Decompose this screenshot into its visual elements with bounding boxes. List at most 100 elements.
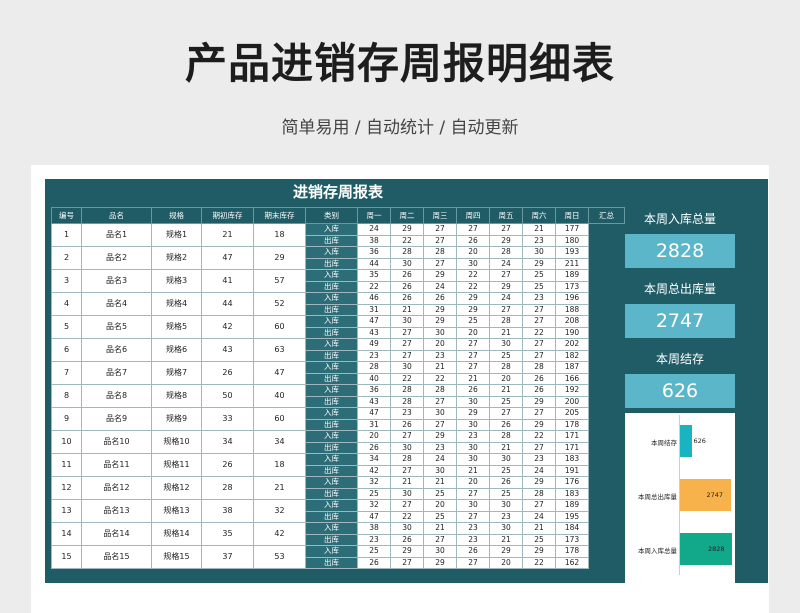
cell-day-qty[interactable]: 27 bbox=[423, 234, 457, 247]
cell-day-qty[interactable]: 30 bbox=[390, 522, 424, 535]
cell-start-stock[interactable]: 44 bbox=[201, 292, 254, 316]
cell-start-stock[interactable]: 33 bbox=[201, 407, 254, 431]
cell-day-qty[interactable]: 28 bbox=[390, 384, 424, 397]
cell-end-stock[interactable]: 60 bbox=[253, 315, 306, 339]
cell-kind[interactable]: 入库 bbox=[305, 246, 358, 259]
cell-day-qty[interactable]: 20 bbox=[489, 556, 523, 569]
cell-day-qty[interactable]: 27 bbox=[489, 269, 523, 282]
cell-end-stock[interactable]: 53 bbox=[253, 545, 306, 569]
cell-total[interactable]: 166 bbox=[555, 372, 589, 385]
cell-end-stock[interactable]: 52 bbox=[253, 292, 306, 316]
cell-day-qty[interactable]: 23 bbox=[390, 407, 424, 420]
cell-name[interactable]: 品名6 bbox=[81, 338, 152, 362]
cell-no[interactable]: 1 bbox=[51, 223, 82, 247]
cell-total[interactable]: 182 bbox=[555, 349, 589, 362]
cell-total[interactable]: 189 bbox=[555, 269, 589, 282]
cell-day-qty[interactable]: 25 bbox=[456, 315, 490, 328]
cell-day-qty[interactable]: 27 bbox=[390, 430, 424, 443]
cell-day-qty[interactable]: 30 bbox=[423, 464, 457, 477]
cell-total[interactable]: 184 bbox=[555, 522, 589, 535]
cell-day-qty[interactable]: 27 bbox=[423, 418, 457, 431]
cell-day-qty[interactable]: 22 bbox=[522, 556, 556, 569]
cell-no[interactable]: 12 bbox=[51, 476, 82, 500]
cell-kind[interactable]: 出库 bbox=[305, 349, 358, 362]
cell-no[interactable]: 7 bbox=[51, 361, 82, 385]
cell-day-qty[interactable]: 31 bbox=[357, 418, 391, 431]
cell-kind[interactable]: 入库 bbox=[305, 499, 358, 512]
cell-day-qty[interactable]: 22 bbox=[522, 326, 556, 339]
cell-total[interactable]: 162 bbox=[555, 556, 589, 569]
cell-total[interactable]: 189 bbox=[555, 499, 589, 512]
cell-day-qty[interactable]: 29 bbox=[423, 556, 457, 569]
cell-day-qty[interactable]: 31 bbox=[357, 303, 391, 316]
cell-kind[interactable]: 出库 bbox=[305, 533, 358, 546]
cell-end-stock[interactable]: 32 bbox=[253, 499, 306, 523]
cell-day-qty[interactable]: 26 bbox=[522, 372, 556, 385]
col-header-spec[interactable]: 规格 bbox=[151, 207, 202, 224]
cell-no[interactable]: 9 bbox=[51, 407, 82, 431]
cell-day-qty[interactable]: 26 bbox=[357, 556, 391, 569]
cell-day-qty[interactable]: 21 bbox=[423, 361, 457, 374]
cell-start-stock[interactable]: 21 bbox=[201, 223, 254, 247]
cell-day-qty[interactable]: 22 bbox=[456, 280, 490, 293]
cell-total[interactable]: 196 bbox=[555, 292, 589, 305]
cell-kind[interactable]: 出库 bbox=[305, 395, 358, 408]
cell-day-qty[interactable]: 28 bbox=[489, 246, 523, 259]
cell-total[interactable]: 192 bbox=[555, 384, 589, 397]
cell-day-qty[interactable]: 21 bbox=[489, 326, 523, 339]
cell-day-qty[interactable]: 27 bbox=[423, 395, 457, 408]
cell-day-qty[interactable]: 29 bbox=[456, 292, 490, 305]
cell-spec[interactable]: 规格12 bbox=[151, 476, 202, 500]
cell-kind[interactable]: 入库 bbox=[305, 522, 358, 535]
cell-day-qty[interactable]: 22 bbox=[390, 510, 424, 523]
cell-name[interactable]: 品名5 bbox=[81, 315, 152, 339]
cell-end-stock[interactable]: 18 bbox=[253, 223, 306, 247]
cell-total[interactable]: 183 bbox=[555, 453, 589, 466]
cell-day-qty[interactable]: 25 bbox=[489, 349, 523, 362]
col-header-kind[interactable]: 类别 bbox=[305, 207, 358, 224]
cell-kind[interactable]: 入库 bbox=[305, 361, 358, 374]
cell-day-qty[interactable]: 20 bbox=[423, 499, 457, 512]
cell-day-qty[interactable]: 26 bbox=[522, 384, 556, 397]
cell-day-qty[interactable]: 30 bbox=[456, 453, 490, 466]
cell-kind[interactable]: 出库 bbox=[305, 441, 358, 454]
cell-day-qty[interactable]: 26 bbox=[390, 280, 424, 293]
cell-day-qty[interactable]: 23 bbox=[522, 234, 556, 247]
col-header-total[interactable]: 汇总 bbox=[588, 207, 625, 224]
cell-day-qty[interactable]: 24 bbox=[522, 464, 556, 477]
cell-day-qty[interactable]: 27 bbox=[456, 510, 490, 523]
cell-end-stock[interactable]: 40 bbox=[253, 384, 306, 408]
cell-day-qty[interactable]: 20 bbox=[423, 338, 457, 351]
cell-day-qty[interactable]: 21 bbox=[456, 372, 490, 385]
cell-day-qty[interactable]: 29 bbox=[456, 407, 490, 420]
cell-day-qty[interactable]: 27 bbox=[522, 303, 556, 316]
cell-start-stock[interactable]: 42 bbox=[201, 315, 254, 339]
cell-day-qty[interactable]: 42 bbox=[357, 464, 391, 477]
cell-total[interactable]: 193 bbox=[555, 246, 589, 259]
cell-day-qty[interactable]: 27 bbox=[423, 257, 457, 270]
cell-no[interactable]: 11 bbox=[51, 453, 82, 477]
cell-day-qty[interactable]: 30 bbox=[390, 441, 424, 454]
cell-spec[interactable]: 规格2 bbox=[151, 246, 202, 270]
cell-day-qty[interactable]: 25 bbox=[522, 533, 556, 546]
col-header-name[interactable]: 品名 bbox=[81, 207, 152, 224]
cell-kind[interactable]: 出库 bbox=[305, 372, 358, 385]
cell-day-qty[interactable]: 23 bbox=[489, 510, 523, 523]
cell-name[interactable]: 品名9 bbox=[81, 407, 152, 431]
cell-no[interactable]: 6 bbox=[51, 338, 82, 362]
cell-day-qty[interactable]: 23 bbox=[522, 453, 556, 466]
cell-day-qty[interactable]: 30 bbox=[390, 315, 424, 328]
cell-day-qty[interactable]: 29 bbox=[390, 223, 424, 236]
cell-day-qty[interactable]: 29 bbox=[489, 280, 523, 293]
cell-start-stock[interactable]: 26 bbox=[201, 453, 254, 477]
cell-day-qty[interactable]: 29 bbox=[390, 545, 424, 558]
cell-day-qty[interactable]: 35 bbox=[357, 269, 391, 282]
cell-day-qty[interactable]: 29 bbox=[423, 269, 457, 282]
cell-spec[interactable]: 规格8 bbox=[151, 384, 202, 408]
cell-day-qty[interactable]: 24 bbox=[357, 223, 391, 236]
cell-day-qty[interactable]: 30 bbox=[456, 257, 490, 270]
cell-day-qty[interactable]: 27 bbox=[456, 223, 490, 236]
cell-day-qty[interactable]: 23 bbox=[423, 349, 457, 362]
cell-day-qty[interactable]: 23 bbox=[456, 430, 490, 443]
cell-no[interactable]: 5 bbox=[51, 315, 82, 339]
